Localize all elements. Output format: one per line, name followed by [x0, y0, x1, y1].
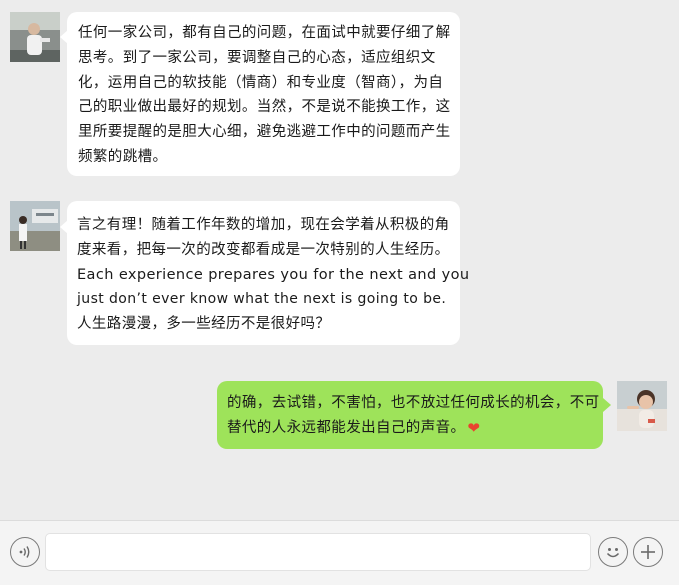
input-bar	[0, 520, 679, 585]
message-line: 里所要提醒的是胆大心细，避免逃避工作中的问题而产生	[78, 124, 451, 141]
voice-icon[interactable]	[10, 537, 40, 567]
bubble-tail	[603, 398, 611, 412]
message-text: 替代的人永远都能发出自己的声音。	[227, 419, 466, 436]
message-line: 任何一家公司，都有自己的问题，在面试中就要仔细了解	[78, 25, 451, 41]
message-bubble[interactable]: 言之有理！随着工作年数的增加，现在会学着从积极的角 度来看，把每一次的改变都看成…	[67, 201, 470, 345]
message-line: just don’t ever know what the next is go…	[77, 291, 447, 308]
message-line: 言之有理！随着工作年数的增加，现在会学着从积极的角	[77, 217, 450, 233]
message-line: 替代的人永远都能发出自己的声音。 ❤	[227, 416, 595, 441]
message-line: 思考。到了一家公司，要调整自己的心态，适应组织文	[78, 49, 436, 66]
message-bubble[interactable]: 的确，去试错，不害怕，也不放过任何成长的机会，不可 替代的人永远都能发出自己的声…	[217, 381, 603, 449]
message-line: 度来看，把每一次的改变都看成是一次特别的人生经历。	[77, 241, 450, 258]
message-line: 人生路漫漫，多一些经历不是很好吗？	[77, 316, 331, 333]
message-line: 己的职业做出最好的规划。当然，不是说不能换工作，这	[78, 99, 451, 116]
message-line: 化，运用自己的软技能（情商）和专业度（智商），为自	[78, 74, 444, 91]
man-standing-avatar[interactable]	[10, 12, 60, 62]
message-line: Each experience prepares you for the nex…	[77, 266, 470, 283]
heart-emoji: ❤	[467, 418, 481, 437]
plus-icon[interactable]	[633, 537, 663, 567]
message-bubble[interactable]: 任何一家公司，都有自己的问题，在面试中就要仔细了解 思考。到了一家公司，要调整自…	[67, 12, 460, 176]
child-avatar[interactable]	[617, 381, 667, 431]
emoji-icon[interactable]	[598, 537, 628, 567]
message-line: 频繁的跳槽。	[78, 148, 168, 165]
message-line: 的确，去试错，不害怕，也不放过任何成长的机会，不可	[227, 395, 600, 411]
woman-outdoor-avatar[interactable]	[10, 201, 60, 251]
chat-area: 任何一家公司，都有自己的问题，在面试中就要仔细了解 思考。到了一家公司，要调整自…	[0, 0, 679, 520]
message-input[interactable]	[45, 533, 591, 571]
